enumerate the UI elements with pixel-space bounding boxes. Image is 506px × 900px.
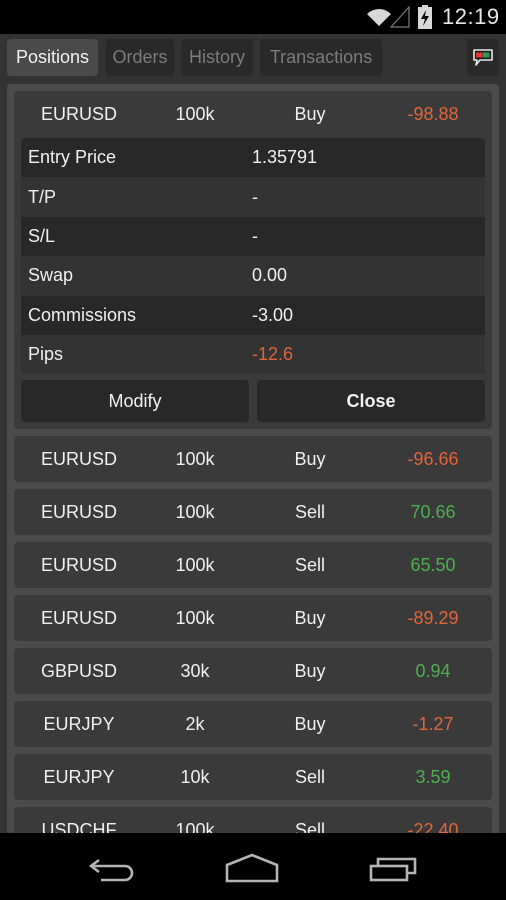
detail-value: - (252, 186, 258, 207)
position-card[interactable]: EURUSD 100k Sell 70.66 (14, 489, 492, 536)
back-icon (88, 858, 134, 882)
recents-button[interactable] (364, 851, 424, 885)
home-button[interactable] (222, 851, 282, 885)
position-row[interactable]: EURUSD 100k Buy -98.88 (14, 91, 492, 138)
tab-bar: Positions Orders History Transactions (0, 34, 506, 84)
position-symbol: EURUSD (40, 501, 117, 522)
position-side: Buy (294, 104, 326, 124)
position-pnl: 0.94 (415, 660, 451, 681)
position-pnl: -1.27 (412, 713, 454, 734)
detail-label: Entry Price (28, 147, 117, 168)
tab-orders[interactable]: Orders (106, 39, 174, 76)
detail-label: Pips (28, 344, 64, 365)
chat-bubble-icon (473, 48, 493, 66)
position-row[interactable]: USDCHF 100k Sell -22.40 (14, 807, 492, 834)
position-pnl: 70.66 (410, 501, 456, 522)
close-position-button[interactable]: Close (257, 380, 485, 423)
position-card[interactable]: GBPUSD 30k Buy 0.94 (14, 648, 492, 695)
clock: 12:19 (442, 4, 500, 29)
position-pnl: 65.50 (410, 554, 456, 575)
detail-commissions: Commissions -3.00 (21, 295, 485, 335)
position-card[interactable]: EURJPY 10k Sell 3.59 (14, 754, 492, 801)
position-size: 30k (180, 660, 210, 681)
position-side: Buy (294, 660, 326, 681)
position-size: 100k (175, 607, 215, 628)
detail-value: -12.6 (252, 344, 294, 365)
position-row[interactable]: EURUSD 100k Buy -96.66 (14, 436, 492, 482)
detail-swap: Swap 0.00 (21, 256, 485, 296)
position-size: 100k (175, 448, 215, 469)
tab-positions[interactable]: Positions (7, 39, 98, 76)
position-row[interactable]: EURJPY 10k Sell 3.59 (14, 754, 492, 800)
battery-charging-icon (418, 5, 432, 29)
detail-value: -3.00 (252, 304, 294, 325)
position-side: Buy (294, 607, 326, 628)
positions-list[interactable]: EURUSD 100k Buy -98.88 Entry Price 1.357… (7, 84, 499, 834)
position-size: 100k (175, 104, 215, 124)
position-symbol: EURJPY (43, 713, 115, 734)
detail-label: S/L (28, 225, 56, 246)
position-pnl: 3.59 (415, 766, 451, 787)
detail-value: 1.35791 (252, 147, 318, 168)
position-side: Sell (294, 766, 325, 787)
chat-button[interactable] (467, 39, 499, 76)
position-side: Buy (294, 713, 326, 734)
position-size: 2k (185, 713, 205, 734)
tab-history[interactable]: History (181, 39, 253, 76)
position-row[interactable]: EURUSD 100k Buy -89.29 (14, 595, 492, 641)
wifi-icon (367, 9, 391, 26)
position-size: 10k (180, 766, 210, 787)
position-row[interactable]: EURUSD 100k Sell 65.50 (14, 542, 492, 588)
position-actions: Modify Close (21, 380, 485, 429)
position-card[interactable]: EURUSD 100k Sell 65.50 (14, 542, 492, 589)
position-size: 100k (175, 501, 215, 522)
position-card[interactable]: USDCHF 100k Sell -22.40 (14, 807, 492, 834)
position-symbol: USDCHF (41, 819, 117, 834)
position-side: Buy (294, 448, 326, 469)
position-card[interactable]: EURUSD 100k Buy -89.29 (14, 595, 492, 642)
position-symbol: EURUSD (40, 448, 117, 469)
back-button[interactable] (82, 851, 142, 885)
position-symbol: EURUSD (40, 607, 117, 628)
position-card[interactable]: EURJPY 2k Buy -1.27 (14, 701, 492, 748)
recents-icon (369, 857, 417, 882)
detail-value: 0.00 (252, 265, 288, 286)
position-row[interactable]: EURUSD 100k Sell 70.66 (14, 489, 492, 535)
position-details: Entry Price 1.35791 T/P - S/L - Swap 0.0… (21, 138, 485, 375)
detail-value: - (252, 225, 258, 246)
modify-button[interactable]: Modify (21, 380, 249, 423)
position-card[interactable]: EURUSD 100k Buy -96.66 (14, 436, 492, 483)
detail-entry-price: Entry Price 1.35791 (21, 138, 485, 178)
position-symbol: GBPUSD (40, 660, 118, 681)
detail-label: Commissions (28, 304, 137, 325)
tab-transactions[interactable]: Transactions (260, 39, 382, 76)
detail-take-profit: T/P - (21, 177, 485, 217)
position-symbol: EURUSD (40, 554, 117, 575)
position-card-expanded[interactable]: EURUSD 100k Buy -98.88 Entry Price 1.357… (14, 91, 492, 430)
position-side: Sell (294, 554, 325, 575)
position-side: Sell (294, 501, 325, 522)
position-pnl: -22.40 (407, 819, 459, 834)
navigation-bar (0, 833, 506, 900)
position-side: Sell (294, 819, 325, 834)
position-row[interactable]: GBPUSD 30k Buy 0.94 (14, 648, 492, 694)
position-size: 100k (175, 554, 215, 575)
position-pnl: -96.66 (407, 448, 459, 469)
status-bar: 12:19 (0, 0, 506, 34)
position-row[interactable]: EURJPY 2k Buy -1.27 (14, 701, 492, 747)
position-size: 100k (175, 819, 215, 834)
position-symbol: EURJPY (43, 766, 115, 787)
home-icon (225, 853, 279, 883)
position-pnl: -89.29 (407, 607, 459, 628)
signal-icon (390, 6, 410, 28)
position-pnl: -98.88 (407, 104, 459, 124)
detail-label: Swap (28, 265, 74, 286)
detail-label: T/P (28, 186, 57, 207)
detail-stop-loss: S/L - (21, 216, 485, 257)
detail-pips: Pips -12.6 (21, 334, 485, 375)
position-symbol: EURUSD (40, 104, 117, 124)
